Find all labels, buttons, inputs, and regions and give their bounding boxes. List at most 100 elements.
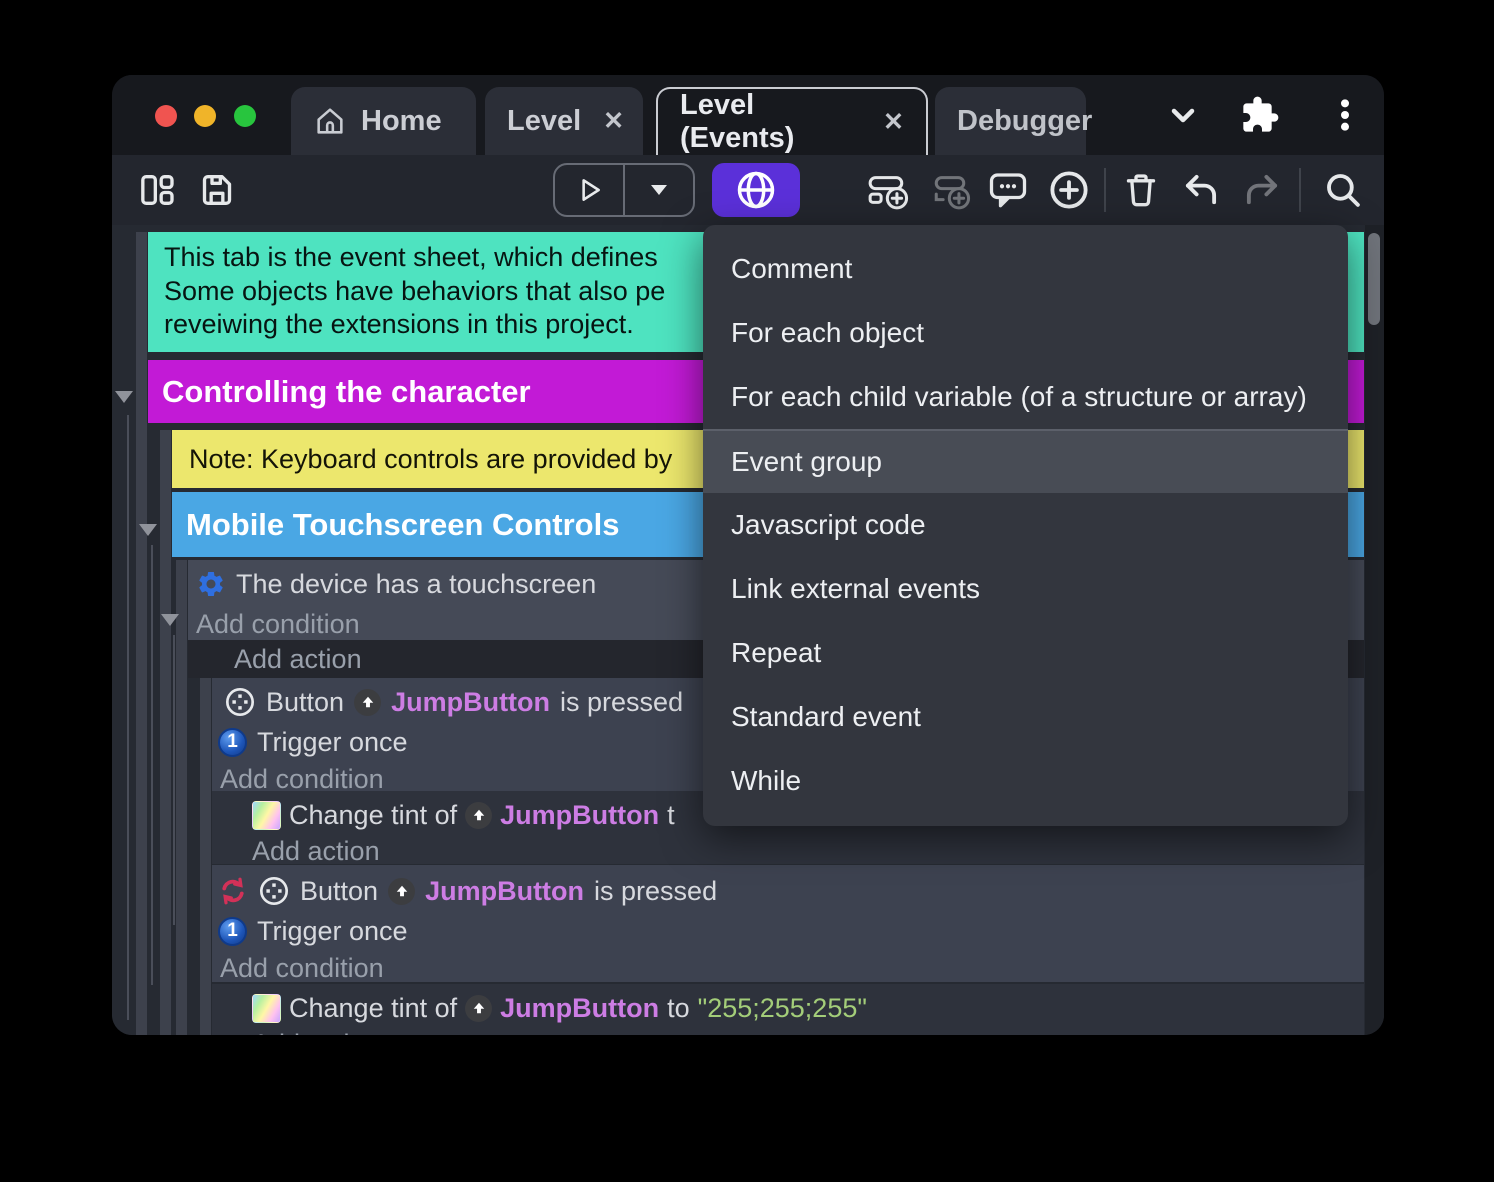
collapse-arrow-icon[interactable]	[139, 524, 157, 536]
globe-icon	[734, 168, 778, 212]
object-name: Button	[266, 687, 344, 718]
condition-suffix: is pressed	[560, 687, 683, 718]
group-title: Mobile Touchscreen Controls	[186, 507, 619, 543]
search-icon[interactable]	[1314, 155, 1372, 225]
screen: Home Level ✕ Level (Events) ✕ Debugger	[0, 0, 1494, 1182]
context-menu-items: CommentFor each objectFor each child var…	[703, 237, 1348, 813]
menu-item-for-each-child-variable-of-a-structure-or-array[interactable]: For each child variable (of a structure …	[703, 365, 1348, 429]
tab-home[interactable]: Home	[291, 87, 476, 155]
menu-item-javascript-code[interactable]: Javascript code	[703, 493, 1348, 557]
traffic-zoom-button[interactable]	[234, 105, 256, 127]
toolbar	[112, 155, 1384, 225]
tab-label: Home	[361, 105, 442, 138]
vertical-scrollbar[interactable]	[1365, 225, 1384, 1035]
add-condition-link[interactable]: Add condition	[220, 764, 384, 795]
indent-thread-line	[173, 635, 175, 925]
traffic-close-button[interactable]	[155, 105, 177, 127]
condition-suffix: is pressed	[594, 876, 717, 907]
instance-up-arrow-icon	[465, 995, 492, 1022]
instance-up-arrow-icon	[354, 689, 381, 716]
context-menu: CommentFor each objectFor each child var…	[703, 225, 1348, 826]
trigger-once-text: Trigger once	[257, 727, 408, 758]
invert-condition-icon	[218, 876, 248, 906]
collapse-arrow-icon[interactable]	[161, 614, 179, 626]
tab-label: Debugger	[957, 105, 1092, 138]
undo-icon[interactable]	[1172, 155, 1230, 225]
tint-swatch-icon	[252, 801, 281, 830]
gear-icon	[196, 569, 226, 599]
traffic-minimize-button[interactable]	[194, 105, 216, 127]
action-text: Change tint of	[289, 800, 457, 831]
delete-trash-icon[interactable]	[1112, 155, 1170, 225]
trigger-once-text: Trigger once	[257, 916, 408, 947]
scrollbar-thumb[interactable]	[1368, 233, 1380, 325]
indent-thread-line	[127, 415, 129, 1020]
trigger-once-icon: 1	[218, 728, 247, 757]
kebab-menu-icon[interactable]	[1323, 93, 1367, 137]
group-title: Controlling the character	[162, 374, 531, 410]
instance-name: JumpButton	[425, 876, 584, 907]
gamepad-icon	[258, 875, 290, 907]
instance-name: JumpButton	[391, 687, 550, 718]
tab-label: Level (Events)	[680, 89, 861, 155]
add-condition-link[interactable]: Add condition	[196, 609, 360, 640]
event-block-button-pressed-2[interactable]: Button JumpButton is pressed 1 Trigger o…	[212, 865, 1364, 982]
tab-debugger[interactable]: Debugger	[935, 87, 1086, 155]
close-icon[interactable]: ✕	[603, 106, 624, 136]
action-block-change-tint-2[interactable]: Change tint of JumpButton to "255;255;25…	[212, 984, 1364, 1035]
tint-swatch-icon	[252, 994, 281, 1023]
home-icon	[313, 104, 347, 138]
remote-preview-globe-button[interactable]	[712, 163, 800, 217]
action-text: Change tint of	[289, 993, 457, 1024]
add-action-link[interactable]: Add action	[234, 644, 362, 675]
menu-item-link-external-events[interactable]: Link external events	[703, 557, 1348, 621]
addons-puzzle-icon[interactable]	[1238, 93, 1282, 137]
object-name: Button	[300, 876, 378, 907]
tab-list-chevron-down-icon[interactable]	[1161, 93, 1205, 137]
note-text: Note: Keyboard controls are provided by	[189, 444, 672, 475]
save-icon[interactable]	[188, 155, 246, 225]
event-margin-bar	[136, 232, 147, 1035]
condition-text: The device has a touchscreen	[236, 569, 596, 600]
tab-bar: Home Level ✕ Level (Events) ✕ Debugger	[112, 75, 1384, 155]
divider	[1104, 168, 1106, 212]
action-text: to	[667, 993, 690, 1024]
event-margin-bar	[160, 430, 171, 1035]
tab-level[interactable]: Level ✕	[485, 87, 643, 155]
collapse-arrow-icon[interactable]	[115, 391, 133, 403]
tab-level-events[interactable]: Level (Events) ✕	[656, 87, 928, 155]
add-event-icon[interactable]	[859, 155, 917, 225]
add-action-link[interactable]: Add action	[252, 836, 380, 867]
menu-item-for-each-object[interactable]: For each object	[703, 301, 1348, 365]
redo-icon[interactable]	[1233, 155, 1291, 225]
add-subevent-icon[interactable]	[921, 155, 979, 225]
preview-play-split-button	[553, 163, 695, 217]
menu-item-while[interactable]: While	[703, 749, 1348, 813]
divider	[1299, 168, 1301, 212]
instance-up-arrow-icon	[388, 878, 415, 905]
event-margin-bar	[176, 560, 187, 1035]
menu-item-standard-event[interactable]: Standard event	[703, 685, 1348, 749]
tab-label: Level	[507, 105, 581, 138]
trigger-once-icon: 1	[218, 917, 247, 946]
add-action-link[interactable]: Add action	[252, 1029, 380, 1036]
instance-up-arrow-icon	[465, 802, 492, 829]
instance-name: JumpButton	[500, 800, 659, 831]
tint-value: "255;255;255"	[698, 993, 867, 1024]
instance-name: JumpButton	[500, 993, 659, 1024]
add-condition-link[interactable]: Add condition	[220, 953, 384, 984]
add-circle-icon[interactable]	[1040, 155, 1098, 225]
indent-thread-line	[151, 545, 153, 985]
event-margin-bar	[200, 678, 211, 1035]
app-window: Home Level ✕ Level (Events) ✕ Debugger	[112, 75, 1384, 1035]
comment-bubble-icon[interactable]	[979, 155, 1037, 225]
play-button[interactable]	[555, 165, 623, 215]
gamepad-icon	[224, 686, 256, 718]
action-text-tail: t	[667, 800, 675, 831]
menu-item-event-group[interactable]: Event group	[703, 429, 1348, 493]
layout-panels-icon[interactable]	[128, 155, 186, 225]
close-icon[interactable]: ✕	[883, 107, 904, 137]
menu-item-comment[interactable]: Comment	[703, 237, 1348, 301]
menu-item-repeat[interactable]: Repeat	[703, 621, 1348, 685]
play-dropdown-caret-icon[interactable]	[625, 165, 693, 215]
